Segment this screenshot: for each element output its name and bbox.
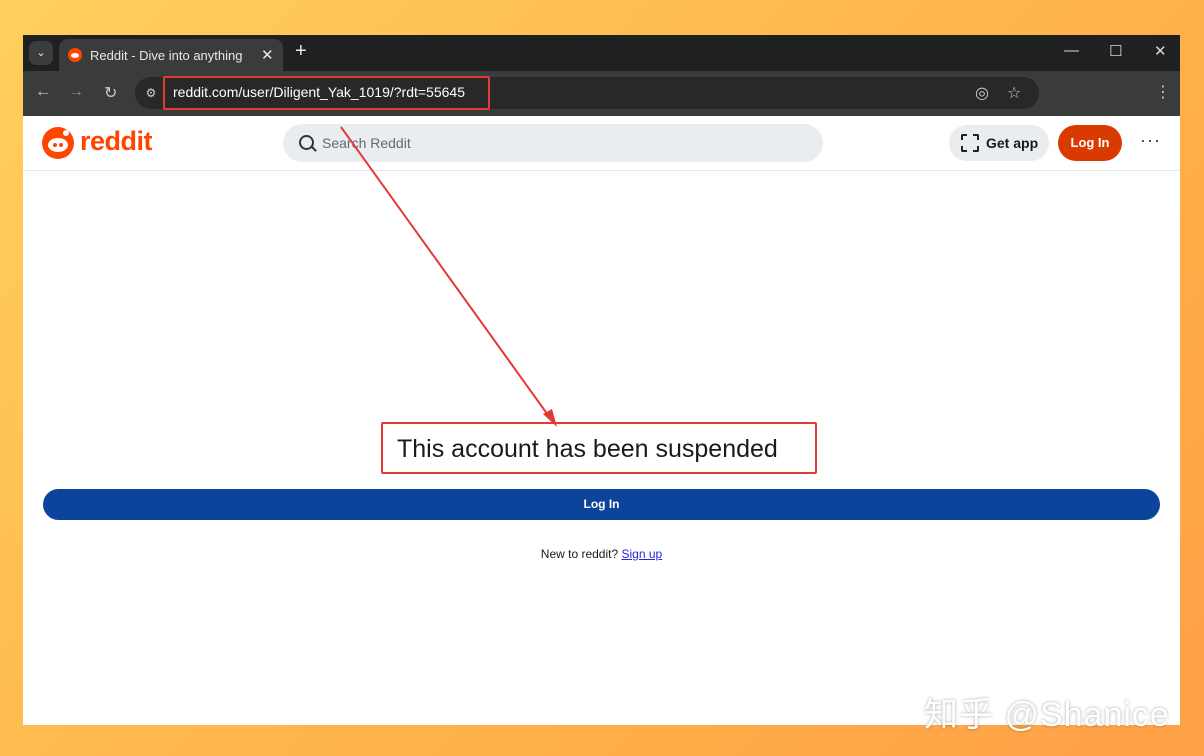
suspended-highlight: This account has been suspended: [381, 422, 817, 474]
browser-menu-icon[interactable]: ⋮: [1155, 82, 1171, 102]
signup-prompt: New to reddit? Sign up: [23, 547, 1180, 561]
tab-strip: ⌄ Reddit - Dive into anything ✕ + — ☐ ✕: [23, 35, 1180, 71]
reddit-wordmark[interactable]: reddit: [80, 126, 153, 157]
new-tab-icon[interactable]: +: [295, 40, 307, 63]
forward-icon[interactable]: →: [68, 83, 84, 101]
search-placeholder: Search Reddit: [322, 135, 411, 151]
tab-title: Reddit - Dive into anything: [90, 48, 243, 63]
address-bar[interactable]: ⚙ reddit.com/user/Diligent_Yak_1019/?rdt…: [135, 76, 1039, 110]
signup-link[interactable]: Sign up: [622, 547, 663, 561]
header-login-label: Log In: [1070, 135, 1110, 150]
maximize-icon[interactable]: ☐: [1109, 42, 1122, 60]
more-options-icon[interactable]: ···: [1140, 130, 1161, 151]
tab-close-icon[interactable]: ✕: [261, 46, 274, 64]
reddit-logo-icon[interactable]: [42, 127, 74, 159]
browser-toolbar: ← → ↻ ⚙ reddit.com/user/Diligent_Yak_101…: [23, 71, 1180, 116]
get-app-button[interactable]: Get app: [949, 125, 1049, 161]
get-app-label: Get app: [986, 135, 1039, 151]
qr-code-icon: [961, 134, 979, 152]
suspended-message: This account has been suspended: [397, 435, 778, 463]
close-window-icon[interactable]: ✕: [1154, 42, 1167, 60]
url-text[interactable]: reddit.com/user/Diligent_Yak_1019/?rdt=5…: [173, 84, 465, 100]
reddit-favicon-icon: [68, 48, 82, 62]
login-button-label: Log In: [583, 497, 620, 511]
zhihu-watermark: 知乎 @Shanice: [924, 696, 1170, 734]
eye-off-icon[interactable]: ◎: [975, 83, 989, 103]
url-highlight: reddit.com/user/Diligent_Yak_1019/?rdt=5…: [163, 76, 490, 110]
search-icon: [299, 135, 314, 150]
login-button[interactable]: Log In: [43, 489, 1160, 520]
header-login-button[interactable]: Log In: [1058, 125, 1122, 161]
minimize-icon[interactable]: —: [1064, 42, 1079, 59]
site-info-icon[interactable]: ⚙: [143, 85, 159, 101]
reddit-header: reddit Search Reddit Get app Log In ···: [23, 116, 1180, 171]
new-to-reddit-text: New to reddit?: [540, 547, 622, 561]
bookmark-star-icon[interactable]: ☆: [1007, 83, 1021, 103]
reload-icon[interactable]: ↻: [104, 83, 117, 103]
back-icon[interactable]: ←: [35, 83, 51, 101]
browser-window: ⌄ Reddit - Dive into anything ✕ + — ☐ ✕ …: [23, 35, 1180, 725]
tab-reddit[interactable]: Reddit - Dive into anything ✕: [59, 39, 283, 71]
search-input[interactable]: Search Reddit: [283, 124, 823, 162]
tab-search-chevron-icon[interactable]: ⌄: [29, 41, 53, 65]
